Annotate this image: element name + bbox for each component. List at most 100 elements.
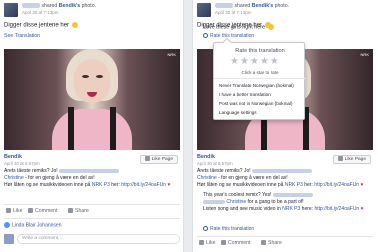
blurred-mentions [272,192,313,197]
blurred-mentions [252,168,313,173]
page-link[interactable]: Bendik's [252,3,273,9]
mention-link[interactable]: Christine [226,199,246,205]
translated-line1: This year's coolest remix? Yes! [203,192,272,198]
menu-hint: Click a star to rate [241,70,279,75]
post-text-line3-mid: her: [302,182,315,188]
share-button[interactable]: Share [68,208,89,214]
menu-divider [214,78,306,79]
header-tail: photo. [274,3,290,9]
post-text-line3: Hør låten og se musikkvideoen inne på [197,182,285,188]
rate-translation-link-bottom[interactable]: Rate this translation [203,226,254,232]
translated-caption-text: Love these girls right here [203,24,266,31]
post-text-line: Årets tåeste remiks? Jo! [4,168,182,175]
rate-translation-link[interactable]: Rate this translation [203,33,254,39]
translated-post-text: This year's coolest remix? Yes! Christin… [203,192,375,213]
like-page-label: Like Page [151,157,173,162]
shared-page-name[interactable]: Bendik [4,154,22,160]
translated-text-line: Listen song and see music video in NRK P… [203,206,375,213]
comment-button[interactable]: Comment [28,208,58,214]
post-panel-translated: shared Bendik's photo. April 30 at 7:13p… [192,0,378,252]
avatar[interactable] [4,3,18,17]
like-button[interactable]: Like [199,240,216,246]
video-frame-eye [82,75,89,78]
post-text-line2: - for en gjeng å være en del av! [23,175,95,181]
header-tail: photo. [81,3,97,9]
post-header-line: shared Bendik's photo. [215,3,289,9]
rate-translation-label: Rate this translation [210,33,255,39]
nrk-link[interactable]: NRK P3 [282,206,300,212]
shared-page-date[interactable]: April 30 at 6:57pm [197,161,233,166]
action-bar: Like Comment Share [4,207,180,217]
post-text-line1: Årets tåeste remiks? Jo! [197,168,251,174]
url-link[interactable]: http://bit.ly/24oaFUn [314,206,359,212]
post-text-line1: Årets tåeste remiks? Jo! [4,168,58,174]
menu-item-language-settings[interactable]: Language settings [219,110,257,115]
page-link[interactable]: Bendik's [59,3,80,9]
nrk-link[interactable]: NRK P3 [285,182,303,188]
star-icon[interactable]: ★★★★★ [230,56,280,67]
shared-page-date[interactable]: April 30 at 6:57pm [4,161,40,166]
likes-summary[interactable]: Linda Blair Johannsen [4,222,61,228]
comment-button[interactable]: Comment [221,240,251,246]
translated-line3: Listen song and see music video in [203,206,283,212]
post-header-line: shared Bendik's photo. [22,3,96,9]
share-label: Share [268,240,282,246]
rate-translation-label: Rate this translation [210,226,255,232]
gear-icon [203,226,208,231]
like-page-button[interactable]: Like Page [139,155,178,164]
post-text-line: Hør låten og se musikkvideoen inne på NR… [197,182,375,189]
menu-title: Rate this translation [235,48,285,54]
post-text-line: Christine - for en gjeng å være en del a… [4,175,182,182]
comment-input[interactable]: Write a comment... [17,234,180,244]
action-bar: Like Comment Share [197,239,373,249]
comment-placeholder: Write a comment... [22,236,63,241]
mention-link[interactable]: Christine [197,175,217,181]
menu-item-better-translation[interactable]: I have a better translation [219,92,271,97]
see-translation-link[interactable]: See Translation [4,33,40,39]
star-rating[interactable]: ★★★★★ [230,57,290,67]
nrk-link[interactable]: NRK P3 [92,182,110,188]
panel-gap [184,0,192,252]
translated-caption: Love these girls right here [203,24,274,30]
divider [4,218,180,219]
blurred-mentions [203,199,225,204]
menu-item-never-translate[interactable]: Never Translate Norwegian (bokmal) [219,83,294,88]
gear-icon [203,33,208,38]
video-frame-eye [96,75,103,78]
shared-page-line: Bendik April 30 at 6:57pm Like Page [197,154,373,168]
translated-text-line: This year's coolest remix? Yes! [203,192,375,199]
post-date[interactable]: April 30 at 7:13pm [22,10,59,15]
shared-label: shared [41,3,58,9]
menu-item-not-norwegian[interactable]: Post was not in Norwegian (bokmal) [219,101,293,106]
heart-icon: ♥ [360,182,364,188]
translated-line3-mid: here: [300,206,315,212]
share-button[interactable]: Share [261,240,282,246]
like-icon [199,240,204,245]
blurred-name [22,3,40,9]
post-text-line3: Hør låten og se musikkvideoen inne på [4,182,92,188]
avatar [4,234,14,244]
translated-text-line: Christine for a gang to be a part of! [203,199,375,206]
shared-page-name[interactable]: Bendik [197,154,215,160]
like-icon [6,208,11,213]
shared-label: shared [234,3,251,9]
menu-caret [222,37,232,47]
post-date[interactable]: April 30 at 7:13pm [215,10,252,15]
heart-icon: ♥ [360,206,364,212]
url-link[interactable]: http://bit.ly/24oaFUn [121,182,166,188]
post-text-line3-mid: her: [109,182,122,188]
post-text-line: Årets tåeste remiks? Jo! [197,168,375,175]
divider [197,236,373,237]
avatar[interactable] [197,3,211,17]
post-text-line: Christine - for en gjeng å være en del a… [197,175,375,182]
comment-icon [28,208,33,213]
like-button[interactable]: Like [6,208,23,214]
mention-link[interactable]: Christine [4,175,24,181]
like-page-button[interactable]: Like Page [332,155,371,164]
comment-label: Comment [228,240,251,246]
video-player[interactable]: NRK [4,49,180,150]
translated-line2: for a gang to be a part of! [246,199,304,205]
post-caption: Digger disse jentene her [4,22,78,29]
blurred-mentions [59,168,120,173]
url-link[interactable]: http://bit.ly/24oaFUn [314,182,359,188]
